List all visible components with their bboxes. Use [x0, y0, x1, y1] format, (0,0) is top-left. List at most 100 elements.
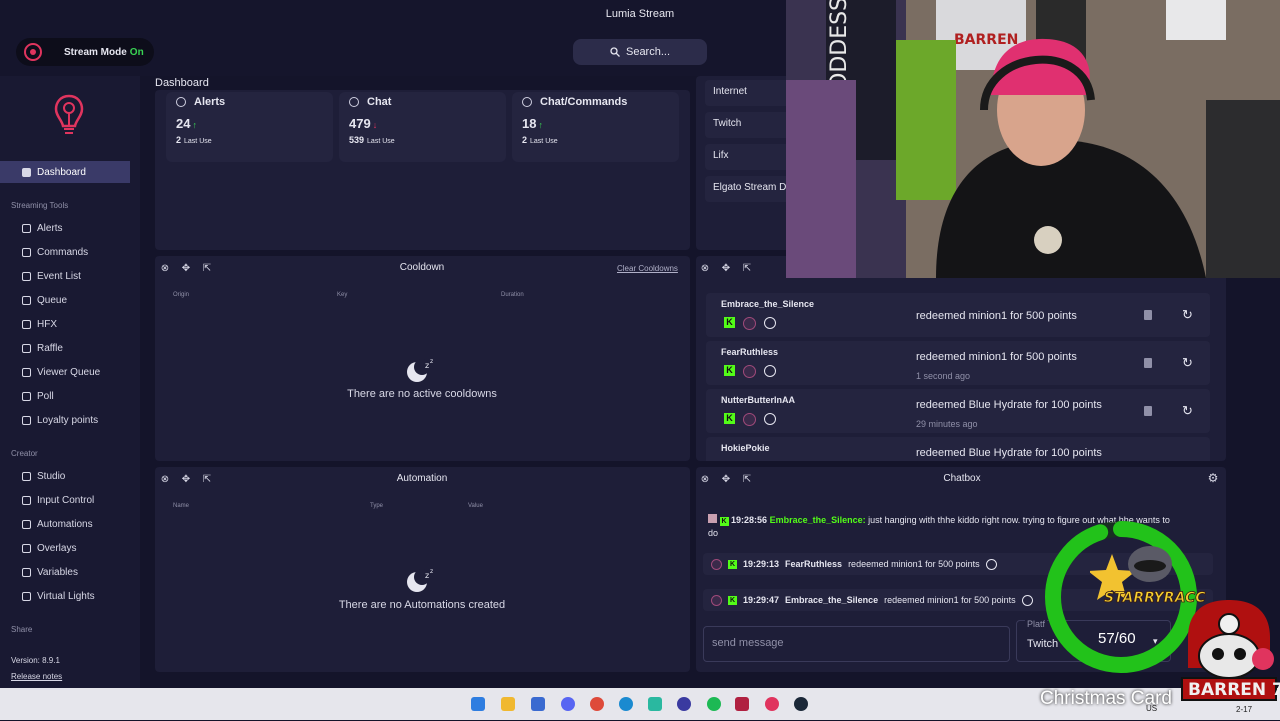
stream-mode-icon — [24, 43, 42, 61]
service-twitch[interactable]: Twitch — [705, 112, 790, 138]
stat-card-chat[interactable]: Chat 479 ↓ 539 Last Use — [339, 92, 506, 162]
media-icon[interactable] — [677, 697, 691, 711]
folder-icon[interactable] — [501, 697, 515, 711]
sidebar-item-loyalty-points[interactable]: Loyalty points — [0, 409, 130, 431]
sidebar-item-variables[interactable]: Variables — [0, 561, 130, 583]
app-icon[interactable] — [648, 697, 662, 711]
chevron-down-icon[interactable]: ▾ — [1153, 636, 1158, 647]
sidebar-item-virtual-lights[interactable]: Virtual Lights — [0, 585, 130, 607]
studio-icon — [22, 471, 31, 481]
clear-cooldowns-link[interactable]: Clear Cooldowns — [617, 264, 678, 273]
clock-icon — [764, 317, 776, 329]
sidebar-item-raffle[interactable]: Raffle — [0, 337, 130, 359]
automation-title: Automation — [396, 473, 448, 484]
search-button[interactable]: Search... — [573, 39, 707, 65]
trash-icon[interactable] — [1144, 358, 1152, 368]
discord-icon[interactable] — [561, 697, 575, 711]
send-message-input[interactable]: send message — [703, 626, 1010, 662]
page-title: Dashboard — [155, 77, 209, 89]
popout-icon[interactable]: ⇱ — [741, 474, 753, 486]
bg-app-icon[interactable] — [735, 697, 749, 711]
search-label: Search... — [625, 46, 671, 58]
sidebar-item-label: Input Control — [37, 494, 95, 506]
start-icon[interactable] — [471, 697, 485, 711]
sidebar-item-automations[interactable]: Automations — [0, 513, 130, 535]
service-elgato[interactable]: Elgato Stream D — [705, 176, 790, 202]
sidebar-item-label: Variables — [37, 566, 78, 578]
sidebar-item-label: HFX — [37, 318, 57, 330]
close-icon[interactable]: ⊗ — [159, 263, 171, 275]
sidebar-item-overlays[interactable]: Overlays — [0, 537, 130, 559]
stat-last-label: Last Use — [530, 138, 558, 145]
move-icon[interactable]: ✥ — [720, 474, 732, 486]
stat-title: Chat/Commands — [540, 96, 628, 108]
sidebar-item-poll[interactable]: Poll — [0, 385, 130, 407]
move-icon[interactable]: ✥ — [180, 474, 192, 486]
svg-text:z: z — [430, 358, 433, 365]
webcam-overlay: ODDESS BARREN — [786, 0, 1280, 278]
dashboard-icon — [22, 167, 31, 177]
service-internet[interactable]: Internet — [705, 80, 790, 106]
popout-icon[interactable]: ⇱ — [201, 474, 213, 486]
sidebar-item-input-control[interactable]: Input Control — [0, 489, 130, 511]
sidebar-item-label: Queue — [37, 294, 68, 306]
refresh-icon[interactable]: ↻ — [1182, 307, 1193, 323]
popout-icon[interactable]: ⇱ — [201, 263, 213, 275]
service-lifx[interactable]: Lifx — [705, 144, 790, 170]
lumia-logo — [54, 94, 84, 134]
trash-icon[interactable] — [1144, 310, 1152, 320]
sidebar-item-label: Virtual Lights — [37, 590, 95, 602]
kick-icon: K — [724, 365, 735, 376]
cooldown-title: Cooldown — [399, 262, 445, 273]
stat-card-chat-commands[interactable]: Chat/Commands 18 ↑ 2 Last Use — [512, 92, 679, 162]
overlay-action-button[interactable] — [1252, 648, 1274, 670]
gear-icon[interactable]: ⚙ — [1207, 472, 1219, 484]
sidebar-item-label: Event List — [37, 270, 81, 282]
chat-user: Embrace_the_Silence: — [769, 515, 866, 525]
chat-time: 19:29:13 — [743, 559, 780, 569]
sidebar-item-event-list[interactable]: Event List — [0, 265, 130, 287]
lumia-taskbar-icon[interactable] — [765, 697, 779, 711]
kick-icon: K — [724, 413, 735, 424]
stat-card-alerts[interactable]: Alerts 24 ↑ 2 Last Use — [166, 92, 333, 162]
version-text: Version: 8.9.1 — [11, 656, 60, 665]
sidebar-item-alerts[interactable]: Alerts — [0, 217, 130, 239]
kick-icon: K — [728, 595, 737, 605]
svg-text:z: z — [425, 571, 429, 580]
release-notes-link[interactable]: Release notes — [11, 672, 62, 681]
sidebar-item-dashboard[interactable]: Dashboard — [0, 161, 130, 183]
sidebar-item-hfx[interactable]: HFX — [0, 313, 130, 335]
stat-value: 24 — [176, 116, 191, 131]
redemption-time: 29 minutes ago — [916, 419, 978, 429]
sleep-icon: zz — [405, 566, 439, 599]
sidebar-item-label: Overlays — [37, 542, 77, 554]
close-icon[interactable]: ⊗ — [159, 474, 171, 486]
sidebar-item-label: Loyalty points — [37, 414, 99, 426]
move-icon[interactable]: ✥ — [720, 263, 732, 275]
sidebar-item-studio[interactable]: Studio — [0, 465, 130, 487]
redemption-message: redeemed Blue Hydrate for 100 points — [916, 399, 1102, 411]
chat-time: 19:28:56 — [731, 515, 768, 525]
close-icon[interactable]: ⊗ — [699, 474, 711, 486]
spotify-icon[interactable] — [707, 697, 721, 711]
sidebar-item-commands[interactable]: Commands — [0, 241, 130, 263]
keyboard-icon — [22, 495, 31, 505]
sidebar-item-viewer-queue[interactable]: Viewer Queue — [0, 361, 130, 383]
close-icon[interactable]: ⊗ — [699, 263, 711, 275]
refresh-icon[interactable]: ↻ — [1182, 355, 1193, 371]
sidebar-item-queue[interactable]: Queue — [0, 289, 130, 311]
column-header: Value — [468, 503, 483, 509]
trash-icon[interactable] — [1144, 406, 1152, 416]
refresh-icon[interactable]: ↻ — [1182, 403, 1193, 419]
clock-icon — [764, 413, 776, 425]
edge-icon[interactable] — [619, 697, 633, 711]
popout-icon[interactable]: ⇱ — [741, 263, 753, 275]
chrome-icon[interactable] — [590, 697, 604, 711]
store-icon[interactable] — [531, 697, 545, 711]
stream-mode-toggle[interactable]: Stream Mode On — [16, 38, 154, 66]
sidebar-item-label: Commands — [37, 246, 89, 258]
sidebar-item-label: Alerts — [37, 222, 63, 234]
move-icon[interactable]: ✥ — [180, 263, 192, 275]
chat-icon — [522, 97, 532, 107]
steam-icon[interactable] — [794, 697, 808, 711]
